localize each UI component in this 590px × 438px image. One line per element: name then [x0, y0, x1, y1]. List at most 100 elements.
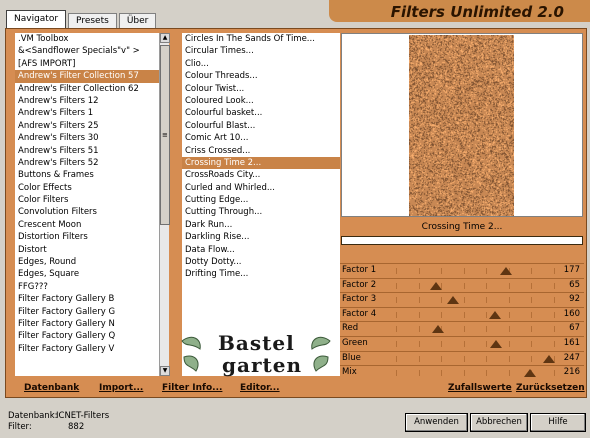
slider-track[interactable]: [396, 337, 555, 351]
filter-item[interactable]: Drifting Time...: [182, 268, 340, 280]
category-item[interactable]: Filter Factory Gallery N: [15, 318, 163, 330]
filter-item[interactable]: Dotty Dotty...: [182, 256, 340, 268]
slider-handle[interactable]: [430, 281, 443, 290]
slider-handle[interactable]: [447, 296, 459, 305]
filter-info-button[interactable]: Filter Info...: [162, 383, 222, 393]
category-item[interactable]: Andrew's Filter Collection 57: [15, 70, 163, 83]
category-item[interactable]: &<Sandflower Specials"v" >: [15, 45, 163, 57]
slider-tick: [441, 311, 443, 318]
slider-handle[interactable]: [543, 354, 556, 363]
slider-track[interactable]: [396, 366, 555, 380]
slider-tick: [508, 370, 510, 377]
scroll-thumb[interactable]: ≡: [160, 45, 170, 225]
slider-handle[interactable]: [489, 310, 502, 319]
slider-tick: [463, 282, 465, 289]
slider-track[interactable]: [396, 279, 555, 293]
slider-handle[interactable]: [499, 267, 512, 275]
category-item[interactable]: Andrew's Filters 12: [15, 95, 163, 107]
filter-item[interactable]: Clio...: [182, 58, 340, 70]
category-item[interactable]: Edges, Square: [15, 268, 163, 280]
filter-item[interactable]: Comic Art 10...: [182, 132, 340, 144]
filter-item[interactable]: Cutting Through...: [182, 206, 340, 218]
filter-count-value: 882: [68, 422, 85, 432]
category-item[interactable]: [AFS IMPORT]: [15, 58, 163, 70]
category-item[interactable]: Convolution Filters: [15, 206, 163, 218]
filter-item[interactable]: CrossRoads City...: [182, 169, 340, 181]
slider-value: 177: [563, 265, 580, 275]
slider-track[interactable]: [396, 352, 556, 366]
tab-presets[interactable]: Presets: [68, 13, 117, 28]
slider-value: 92: [569, 294, 580, 305]
category-item[interactable]: FFG???: [15, 281, 163, 293]
category-item[interactable]: Filter Factory Gallery G: [15, 306, 163, 318]
slider-tick: [418, 311, 420, 318]
category-item[interactable]: Andrew's Filters 1: [15, 107, 163, 119]
apply-button[interactable]: Anwenden: [405, 413, 468, 432]
slider-tick: [486, 282, 488, 289]
category-item[interactable]: .VM Toolbox: [15, 33, 163, 45]
category-item[interactable]: Color Effects: [15, 182, 163, 194]
filter-item[interactable]: Colourful basket...: [182, 107, 340, 119]
slider-handle[interactable]: [431, 325, 444, 334]
filter-item[interactable]: Crossing Time 2...: [182, 156, 340, 170]
filter-item[interactable]: Criss Crossed...: [182, 145, 340, 157]
slider-track[interactable]: [396, 264, 555, 278]
slider-tick: [554, 326, 555, 333]
category-item[interactable]: Distort: [15, 244, 163, 256]
tab-navigator[interactable]: Navigator: [6, 10, 67, 28]
filter-item[interactable]: Coloured Look...: [182, 95, 340, 107]
category-list[interactable]: .VM Toolbox &<Sandflower Specials"v" > [AF…: [15, 33, 163, 376]
category-item[interactable]: Filter Factory Gallery B: [15, 293, 163, 305]
filter-item[interactable]: Colourful Blast...: [182, 120, 340, 132]
slider-handle[interactable]: [489, 339, 502, 348]
filter-item[interactable]: Data Flow...: [182, 244, 340, 256]
slider-handle[interactable]: [523, 369, 536, 378]
category-item[interactable]: Distortion Filters: [15, 231, 163, 243]
datenbank-button[interactable]: Datenbank: [24, 383, 79, 393]
category-item[interactable]: Andrew's Filter Collection 62: [15, 83, 163, 95]
filter-item[interactable]: Colour Twist...: [182, 83, 340, 95]
category-item[interactable]: Edges, Round: [15, 256, 163, 268]
filter-list[interactable]: Circles In The Sands Of Time... Circular …: [182, 33, 340, 376]
filter-item[interactable]: Circular Times...: [182, 45, 340, 57]
slider-tick: [508, 282, 510, 289]
import-button[interactable]: Import...: [99, 383, 143, 393]
zufallswerte-button[interactable]: Zufallswerte: [448, 383, 512, 393]
category-item[interactable]: Filter Factory Gallery Q: [15, 330, 163, 342]
slider-tick: [418, 268, 420, 274]
slider-track[interactable]: [396, 322, 555, 336]
category-item[interactable]: Andrew's Filters 30: [15, 132, 163, 144]
filter-item[interactable]: Cutting Edge...: [182, 194, 340, 206]
watermark-line2: garten: [222, 353, 302, 377]
scroll-down-arrow-icon[interactable]: ▼: [160, 366, 170, 376]
category-item[interactable]: Buttons & Frames: [15, 169, 163, 181]
slider-value: 247: [563, 352, 580, 363]
tab-ueber[interactable]: Über: [118, 13, 157, 28]
cancel-button[interactable]: Abbrechen: [470, 413, 528, 432]
slider-track[interactable]: [396, 293, 555, 307]
app-title: Filters Unlimited 2.0: [390, 3, 564, 21]
editor-button[interactable]: Editor...: [240, 383, 280, 393]
category-item[interactable]: Andrew's Filters 52: [15, 157, 163, 169]
category-item[interactable]: Andrew's Filters 51: [15, 145, 163, 157]
scroll-up-arrow-icon[interactable]: ▲: [160, 33, 170, 43]
slider-track[interactable]: [396, 308, 555, 322]
category-item[interactable]: Crescent Moon: [15, 219, 163, 231]
category-scrollbar[interactable]: ▲ ≡ ▼: [159, 33, 170, 376]
slider-row: Green 161: [340, 335, 584, 351]
filter-item[interactable]: Colour Threads...: [182, 70, 340, 82]
filter-item[interactable]: Circles In The Sands Of Time...: [182, 33, 340, 45]
filter-item[interactable]: Curled and Whirled...: [182, 182, 340, 194]
filter-item[interactable]: Dark Run...: [182, 219, 340, 231]
category-item[interactable]: Color Filters: [15, 194, 163, 206]
category-item[interactable]: Filter Factory Gallery V: [15, 343, 163, 355]
progress-bar: [341, 236, 583, 245]
category-item[interactable]: Andrew's Filters 25: [15, 120, 163, 132]
slider-tick: [418, 282, 420, 289]
help-button[interactable]: Hilfe: [530, 413, 586, 432]
filter-scrollbar[interactable]: [172, 33, 182, 376]
filter-item[interactable]: Darkling Rise...: [182, 231, 340, 243]
slider-row: Factor 2 65: [340, 277, 584, 293]
zuruecksetzen-button[interactable]: Zurücksetzen: [516, 383, 585, 393]
slider-tick: [463, 268, 465, 274]
